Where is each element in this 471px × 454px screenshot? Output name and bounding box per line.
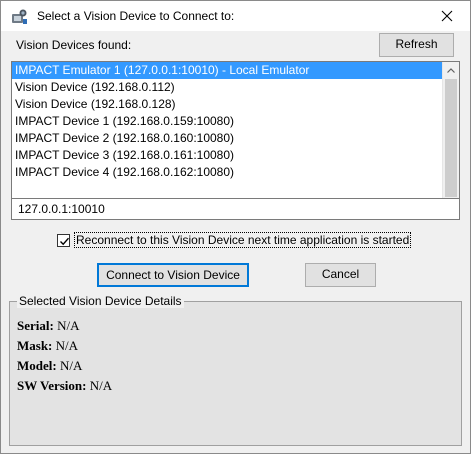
device-list-item[interactable]: Vision Device (192.168.0.112) <box>12 79 442 96</box>
connect-button[interactable]: Connect to Vision Device <box>97 263 249 287</box>
cancel-button[interactable]: Cancel <box>305 263 376 287</box>
sw-version-value: N/A <box>86 378 113 393</box>
reconnect-option[interactable]: Reconnect to this Vision Device next tim… <box>57 231 412 249</box>
device-list-scrollbar[interactable] <box>442 62 459 216</box>
model-key: Model: <box>17 358 57 373</box>
model-value: N/A <box>56 358 83 373</box>
device-list-items: IMPACT Emulator 1 (127.0.0.1:10010) - Lo… <box>12 62 442 181</box>
device-list-item[interactable]: IMPACT Device 1 (192.168.0.159:10080) <box>12 113 442 130</box>
checkmark-icon <box>60 237 70 245</box>
scroll-thumb[interactable] <box>445 79 457 197</box>
device-list-item[interactable]: IMPACT Device 3 (192.168.0.161:10080) <box>12 147 442 164</box>
mask-key: Mask: <box>17 338 53 353</box>
close-icon <box>441 10 453 22</box>
scroll-up-button[interactable] <box>443 62 459 79</box>
close-button[interactable] <box>424 1 470 31</box>
title-bar: Select a Vision Device to Connect to: <box>1 1 470 31</box>
mask-value: N/A <box>52 338 79 353</box>
device-details-legend: Selected Vision Device Details <box>17 294 184 308</box>
device-list-item[interactable]: Vision Device (192.168.0.128) <box>12 96 442 113</box>
device-details: Serial: N/A Mask: N/A Model: N/A SW Vers… <box>17 316 112 396</box>
serial-value: N/A <box>53 318 80 333</box>
dialog-window: Select a Vision Device to Connect to: Vi… <box>0 0 471 454</box>
vision-app-icon <box>11 8 28 25</box>
device-details-group: Selected Vision Device Details Serial: N… <box>9 294 462 446</box>
dialog-body: Vision Devices found: Refresh IMPACT Emu… <box>1 31 470 453</box>
reconnect-label[interactable]: Reconnect to this Vision Device next tim… <box>74 232 412 248</box>
device-list[interactable]: IMPACT Emulator 1 (127.0.0.1:10010) - Lo… <box>11 61 460 217</box>
device-list-item[interactable]: IMPACT Device 2 (192.168.0.160:10080) <box>12 130 442 147</box>
detail-serial: Serial: N/A <box>17 316 112 336</box>
serial-key: Serial: <box>17 318 54 333</box>
detail-model: Model: N/A <box>17 356 112 376</box>
chevron-up-icon <box>447 68 455 73</box>
device-list-item[interactable]: IMPACT Emulator 1 (127.0.0.1:10010) - Lo… <box>12 62 442 79</box>
device-list-item[interactable]: IMPACT Device 4 (192.168.0.162:10080) <box>12 164 442 181</box>
devices-found-label: Vision Devices found: <box>16 38 132 52</box>
device-address-field[interactable] <box>11 198 460 220</box>
detail-mask: Mask: N/A <box>17 336 112 356</box>
reconnect-checkbox[interactable] <box>57 233 70 247</box>
refresh-button[interactable]: Refresh <box>379 33 454 57</box>
detail-sw-version: SW Version: N/A <box>17 376 112 396</box>
sw-version-key: SW Version: <box>17 378 87 393</box>
window-title: Select a Vision Device to Connect to: <box>37 9 235 23</box>
